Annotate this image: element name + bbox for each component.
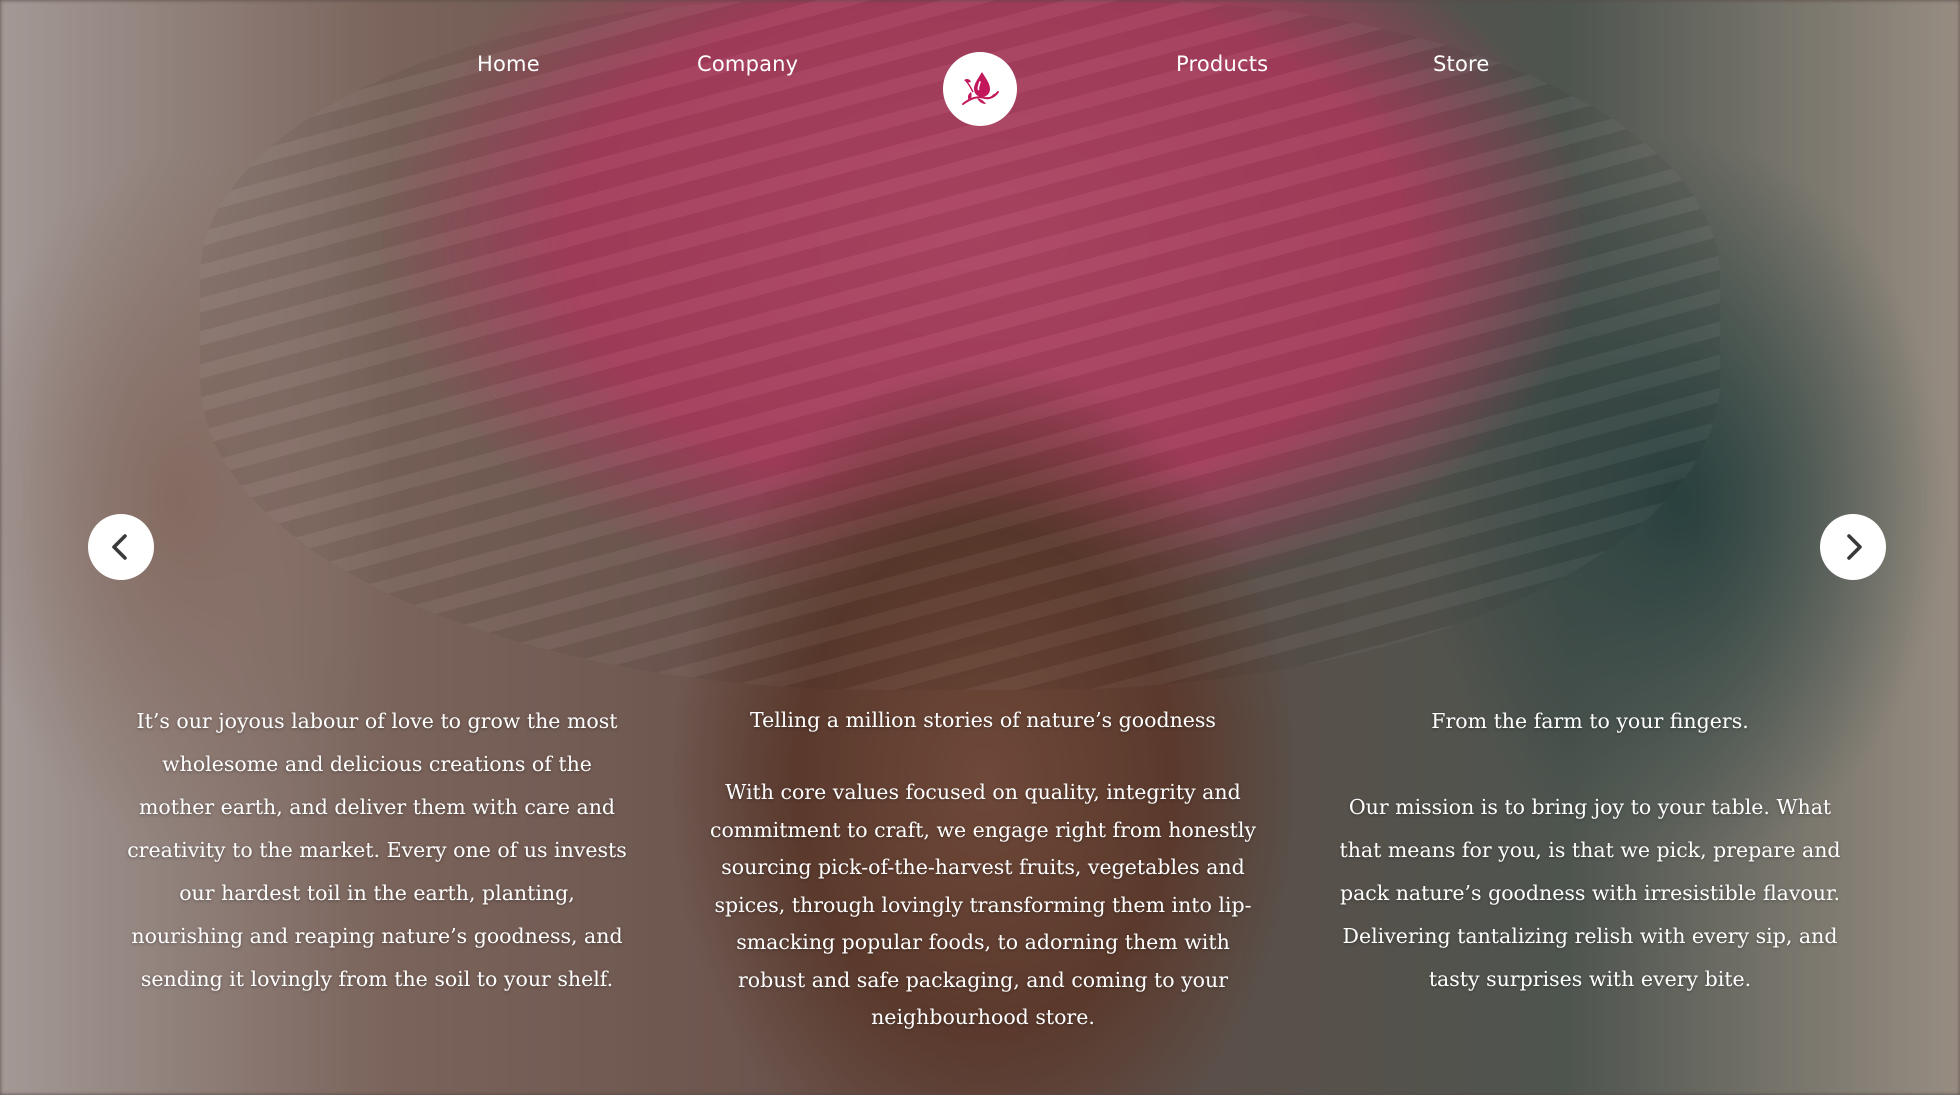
top-nav: Home Company Products Store bbox=[0, 0, 1960, 140]
brand-logo[interactable] bbox=[943, 52, 1017, 126]
chevron-right-icon bbox=[1847, 534, 1862, 560]
nav-store-link[interactable]: Store bbox=[1433, 52, 1490, 76]
carousel-next-button[interactable] bbox=[1820, 514, 1886, 580]
hero-section: Home Company Products Store It’s our joy… bbox=[0, 0, 1960, 1095]
intro-column-left: It’s our joyous labour of love to grow t… bbox=[122, 700, 632, 1001]
nav-products-link[interactable]: Products bbox=[1176, 52, 1268, 76]
intro-middle-text: With core values focused on quality, int… bbox=[709, 780, 1257, 1029]
nav-company-link[interactable]: Company bbox=[697, 52, 798, 76]
intro-middle-heading: Telling a million stories of nature’s go… bbox=[750, 708, 1216, 732]
intro-left-text: It’s our joyous labour of love to grow t… bbox=[127, 709, 627, 991]
intro-column-right: From the farm to your fingers. Our missi… bbox=[1330, 700, 1850, 1001]
intro-column-middle: Telling a million stories of nature’s go… bbox=[702, 700, 1264, 1037]
nav-home-link[interactable]: Home bbox=[477, 52, 540, 76]
drop-and-leaf-logo-icon bbox=[962, 72, 999, 105]
intro-right-heading: From the farm to your fingers. bbox=[1431, 709, 1749, 733]
chevron-left-icon bbox=[112, 534, 127, 560]
intro-right-text: Our mission is to bring joy to your tabl… bbox=[1339, 795, 1841, 991]
carousel-prev-button[interactable] bbox=[88, 514, 154, 580]
